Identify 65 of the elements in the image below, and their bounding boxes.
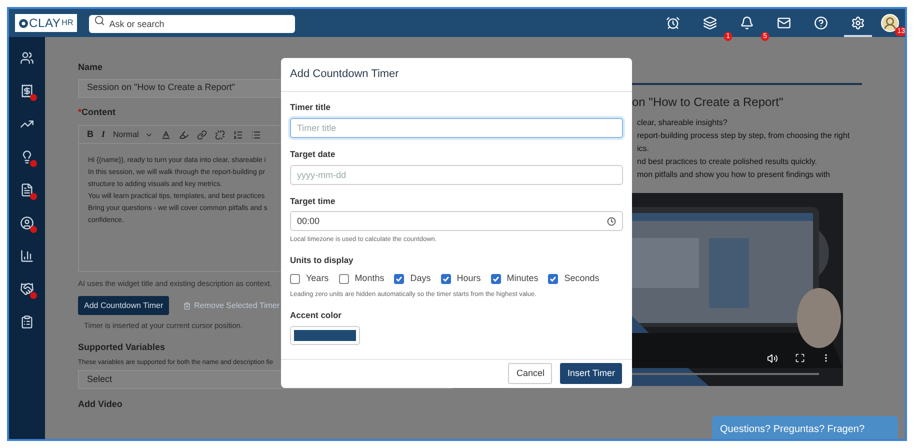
- users-icon[interactable]: [20, 51, 34, 65]
- numbered-list-icon[interactable]: [232, 130, 243, 140]
- checkbox[interactable]: [290, 274, 300, 284]
- add-timer-button[interactable]: Add Countdown Timer: [78, 296, 170, 316]
- checkbox-label: Months: [354, 272, 384, 285]
- checkbox[interactable]: [338, 274, 349, 284]
- unlink-icon[interactable]: [214, 130, 225, 140]
- checkbox-label: Years: [306, 272, 329, 285]
- section-label: Supported Variables: [78, 340, 166, 354]
- checkbox[interactable]: [440, 274, 451, 284]
- timer-title-field[interactable]: Timer title: [290, 118, 623, 138]
- checkbox[interactable]: [548, 274, 558, 284]
- bell-icon[interactable]: [740, 16, 754, 30]
- clipboard-icon[interactable]: [20, 315, 34, 329]
- preview-text-line: ics.: [637, 143, 649, 155]
- clock-icon: [607, 216, 616, 226]
- text-color-icon[interactable]: [160, 130, 171, 140]
- preview-text-line: nd best practices to create polished results quickly.: [637, 156, 817, 168]
- trash-icon: [183, 302, 192, 310]
- date-field[interactable]: yyyy-mm-dd: [290, 164, 623, 184]
- field-label: Target time: [290, 194, 336, 208]
- checkbox-label: Seconds: [564, 272, 600, 285]
- checkbox-label: Days: [410, 272, 431, 285]
- handshake-icon[interactable]: [20, 282, 34, 296]
- insert-timer-button[interactable]: Insert Timer: [560, 363, 622, 384]
- link-icon[interactable]: [196, 130, 207, 140]
- document-icon[interactable]: [20, 183, 34, 197]
- logo-mark-icon: [19, 18, 28, 28]
- search-icon: [94, 14, 106, 26]
- field-label: Timer title: [290, 101, 332, 114]
- alarm-clock-icon[interactable]: [666, 16, 680, 30]
- checkbox-label: Minutes: [506, 272, 538, 285]
- chat-button[interactable]: Questions? Preguntas? Fragen?: [712, 416, 898, 439]
- receipt-icon[interactable]: [20, 84, 34, 98]
- preview-title: on "How to Create a Report": [632, 94, 784, 111]
- mail-icon[interactable]: [777, 16, 791, 30]
- volume-icon[interactable]: [767, 353, 778, 364]
- preview-text-line: clear, shareable insights?: [637, 117, 728, 129]
- checkbox[interactable]: [490, 274, 501, 284]
- layers-icon[interactable]: [703, 16, 717, 30]
- checkbox-label: Hours: [456, 272, 481, 285]
- field-label: Units to display: [290, 254, 354, 267]
- settings-icon[interactable]: [851, 16, 865, 30]
- time-field[interactable]: 00:00: [290, 211, 623, 232]
- cancel-button[interactable]: Cancel: [508, 363, 552, 384]
- field-label: Accent color: [290, 309, 342, 322]
- bold-button[interactable]: B: [87, 128, 94, 142]
- field-label: Name: [78, 61, 103, 74]
- fullscreen-icon[interactable]: [795, 353, 805, 363]
- color-picker[interactable]: [290, 326, 360, 345]
- avatar[interactable]: [881, 14, 899, 32]
- field-label: *Content: [78, 106, 116, 118]
- preview-text-line: report-building process step by step, from choosing the right: [637, 130, 850, 142]
- help-icon[interactable]: [814, 16, 828, 30]
- preview-text-line: mon pitfalls and show you how to present findings with: [637, 169, 830, 181]
- lightbulb-icon[interactable]: [20, 150, 34, 164]
- user-circle-icon[interactable]: [20, 216, 34, 230]
- highlight-icon[interactable]: [178, 130, 189, 140]
- search-field[interactable]: Ask or search: [89, 15, 296, 33]
- italic-button[interactable]: I: [102, 128, 106, 142]
- style-dropdown[interactable]: Normal: [113, 128, 153, 140]
- section-label: Add Video: [78, 398, 122, 411]
- field-label: Target date: [290, 148, 336, 160]
- checkbox[interactable]: [394, 274, 404, 284]
- bar-chart-icon[interactable]: [20, 249, 34, 263]
